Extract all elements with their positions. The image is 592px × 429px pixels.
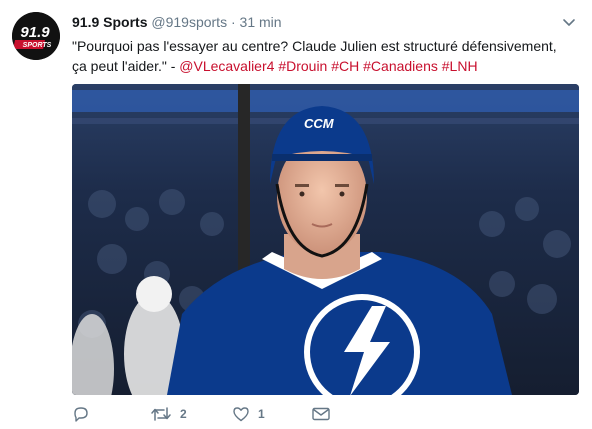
avatar-logo-main: 91.9 (20, 24, 50, 41)
separator-dot: · (230, 14, 236, 30)
retweet-icon (151, 407, 171, 421)
helmet-brand: CCM (304, 116, 335, 131)
reply-icon (74, 407, 88, 422)
envelope-icon (312, 407, 330, 421)
display-name[interactable]: 91.9 Sports (72, 14, 147, 30)
hockey-player-photo: CCM (72, 84, 579, 395)
tweet-media-photo[interactable]: CCM (72, 84, 579, 395)
tweet-header: 91.9 Sports @919sports · 31 min (72, 13, 282, 31)
hashtag-link[interactable]: #CH (331, 58, 359, 74)
sports-logo-icon: 91.9 SPORTS (12, 12, 60, 60)
like-button[interactable]: 1 (232, 404, 265, 424)
direct-message-button[interactable] (311, 404, 339, 424)
tweet-card[interactable]: 91.9 SPORTS 91.9 Sports @919sports · 31 … (0, 0, 592, 429)
handle[interactable]: @919sports (151, 14, 227, 30)
chevron-down-icon[interactable] (561, 14, 577, 30)
hashtag-link[interactable]: #LNH (442, 58, 478, 74)
heart-icon (233, 407, 249, 422)
tweet-actions: 2 1 (72, 404, 522, 424)
avatar-logo-sub: SPORTS (23, 42, 52, 49)
avatar[interactable]: 91.9 SPORTS (12, 12, 60, 60)
reply-button[interactable] (72, 404, 98, 424)
retweet-count: 2 (180, 407, 187, 421)
hashtag-link[interactable]: #Canadiens (363, 58, 438, 74)
hashtag-link[interactable]: #Drouin (278, 58, 327, 74)
like-count: 1 (258, 407, 265, 421)
retweet-button[interactable]: 2 (150, 404, 187, 424)
tweet-text: "Pourquoi pas l'essayer au centre? Claud… (72, 36, 572, 76)
mention-link[interactable]: @VLecavalier4 (179, 58, 274, 74)
timestamp[interactable]: 31 min (240, 14, 282, 30)
